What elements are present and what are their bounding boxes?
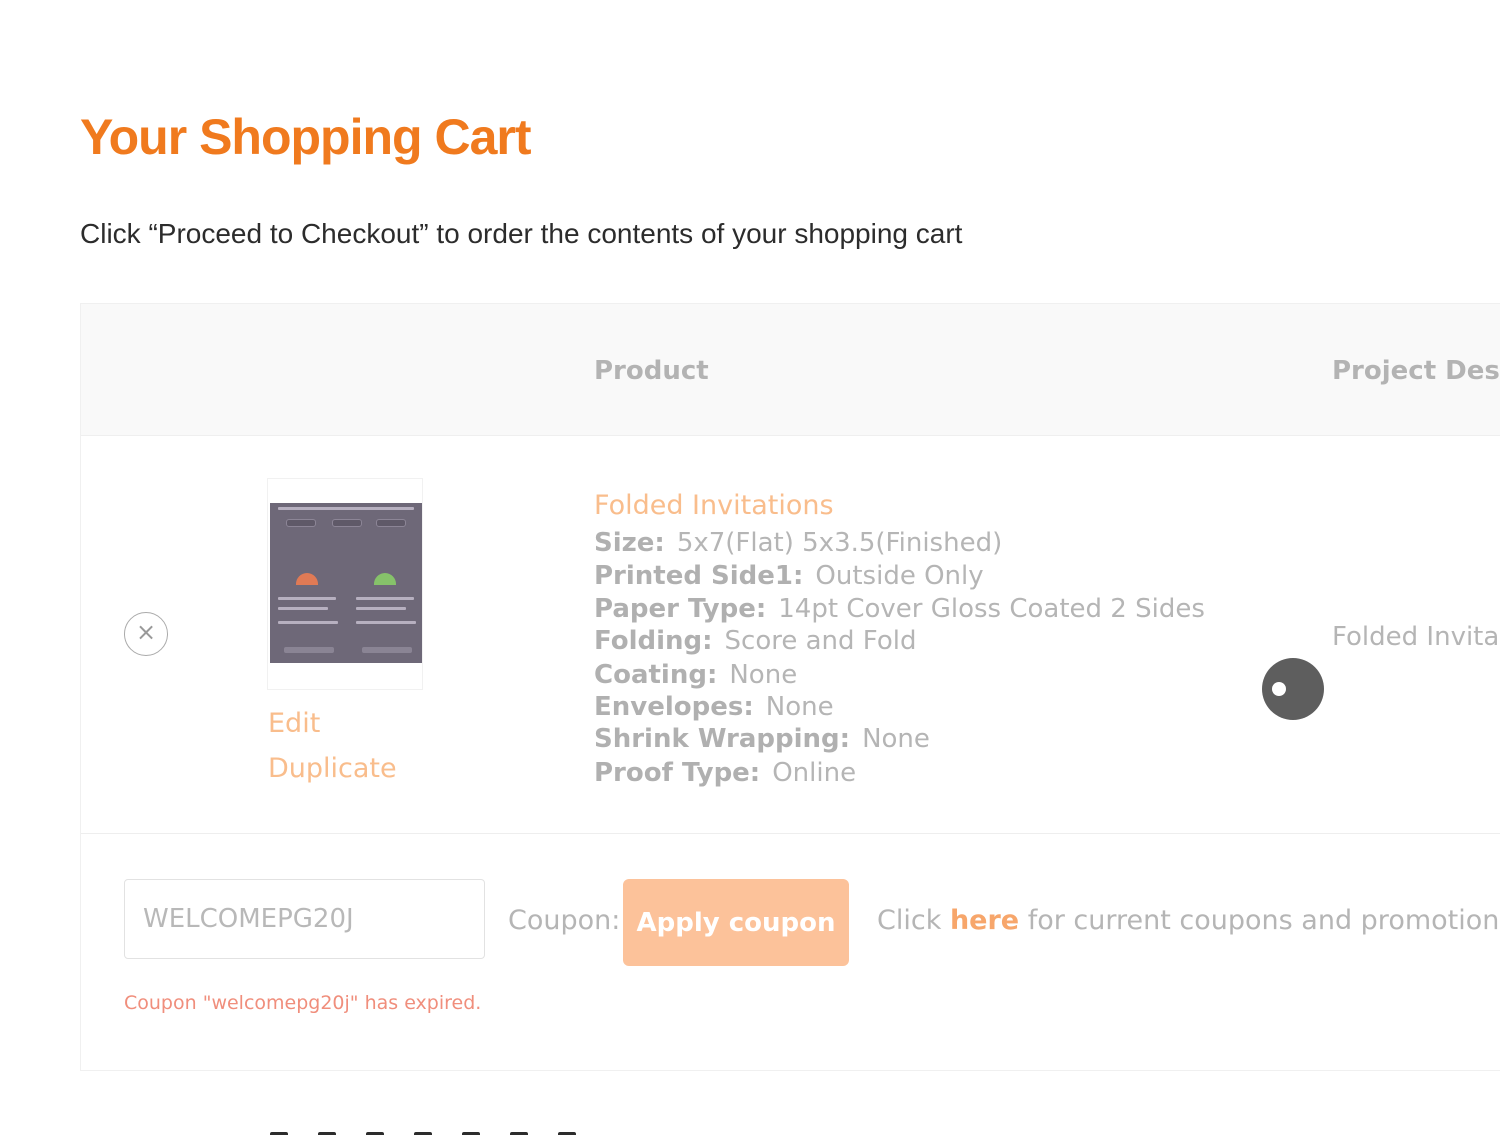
cart-instructions: Click “Proceed to Checkout” to order the…: [80, 218, 963, 249]
column-header-product: Product: [594, 356, 709, 386]
product-name-link[interactable]: Folded Invitations: [594, 490, 834, 521]
product-thumbnail[interactable]: [267, 478, 423, 690]
coupon-code-input[interactable]: [124, 879, 485, 959]
spec-size: Size: 5x7(Flat) 5x3.5(Finished): [594, 528, 1002, 558]
spec-value: None: [765, 692, 834, 722]
promo-suffix: for current coupons and promotions: [1027, 905, 1500, 936]
spec-label: Proof Type:: [594, 758, 761, 788]
spec-coating: Coating: None: [594, 660, 797, 690]
remove-item-button[interactable]: ×: [124, 612, 168, 656]
spec-value: 14pt Cover Gloss Coated 2 Sides: [778, 594, 1205, 624]
column-header-project-description: Project Desc: [1332, 356, 1500, 386]
loading-indicator-icon: [1262, 658, 1324, 720]
project-description: Folded Invita: [1332, 622, 1500, 652]
spec-label: Envelopes:: [594, 692, 754, 722]
spec-label: Shrink Wrapping:: [594, 724, 851, 754]
spec-label: Folding:: [594, 626, 713, 656]
promotions-link[interactable]: here: [950, 905, 1019, 936]
spec-value: 5x7(Flat) 5x3.5(Finished): [676, 528, 1003, 558]
spec-value: Outside Only: [815, 561, 984, 591]
spec-value: Score and Fold: [724, 626, 917, 656]
spec-shrink-wrapping: Shrink Wrapping: None: [594, 724, 930, 754]
spec-label: Paper Type:: [594, 594, 767, 624]
promotions-text: Click here for current coupons and promo…: [877, 905, 1500, 936]
spec-label: Size:: [594, 528, 665, 558]
spec-paper-type: Paper Type: 14pt Cover Gloss Coated 2 Sid…: [594, 594, 1205, 624]
apply-coupon-button[interactable]: Apply coupon: [623, 879, 849, 966]
page-title: Your Shopping Cart: [80, 109, 531, 165]
spec-label: Coating:: [594, 660, 718, 690]
coupon-label: Coupon:: [508, 905, 621, 936]
spec-folding: Folding: Score and Fold: [594, 626, 916, 656]
cart-table: Product Project Desc × Edit Duplicate Fo…: [80, 303, 1500, 1071]
edit-item-link[interactable]: Edit: [268, 708, 320, 739]
spec-value: None: [862, 724, 930, 754]
cut-off-heading: [270, 1126, 670, 1135]
duplicate-item-link[interactable]: Duplicate: [268, 753, 397, 784]
spec-envelopes: Envelopes: None: [594, 692, 834, 722]
row-divider: [81, 833, 1500, 834]
spec-printed-side: Printed Side1: Outside Only: [594, 561, 984, 591]
coupon-error-message: Coupon "welcomepg20j" has expired.: [124, 992, 482, 1014]
spec-value: None: [729, 660, 798, 690]
spec-label: Printed Side1:: [594, 561, 804, 591]
thumbnail-preview-image: [270, 503, 422, 663]
promo-prefix: Click: [877, 905, 942, 936]
spec-value: Online: [772, 758, 857, 788]
spec-proof-type: Proof Type: Online: [594, 758, 856, 788]
cart-table-header: Product Project Desc: [81, 304, 1500, 436]
